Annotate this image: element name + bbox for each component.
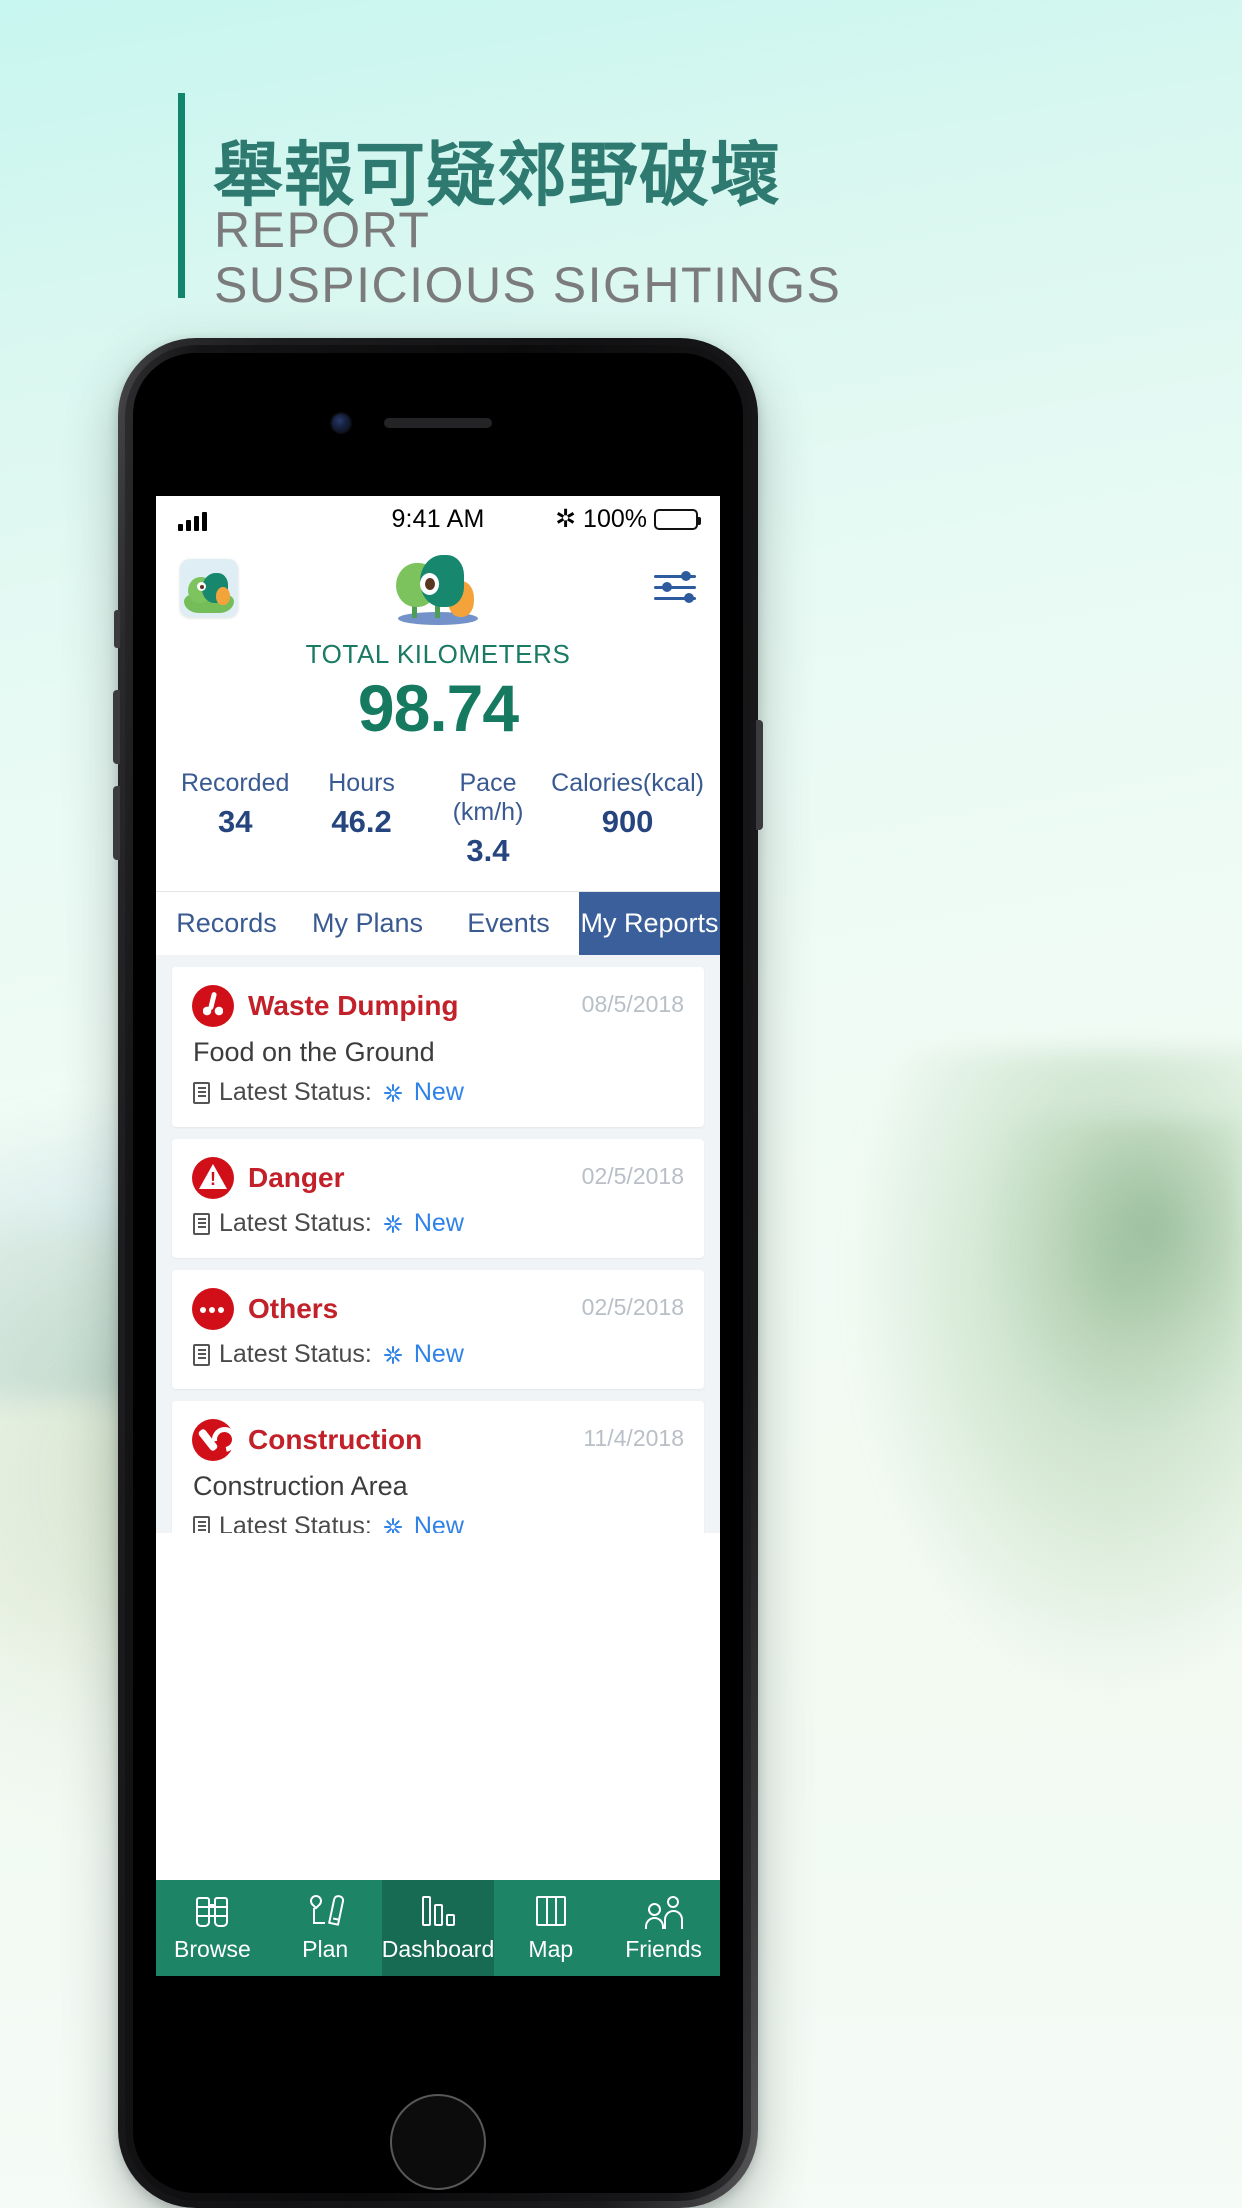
report-type: Waste Dumping xyxy=(248,990,459,1022)
bar-chart-icon xyxy=(418,1893,458,1929)
nav-item-plan[interactable]: Plan xyxy=(269,1880,382,1976)
status-prefix-label: Latest Status: xyxy=(219,1512,372,1534)
tree-mascot-logo xyxy=(392,551,484,625)
stat-value: 3.4 xyxy=(466,833,510,869)
stat-value: 46.2 xyxy=(331,804,392,840)
nav-item-friends[interactable]: Friends xyxy=(607,1880,720,1976)
bottom-navigation: Browse Plan Dashboard Map Friends xyxy=(156,1880,720,1976)
stat-label: Recorded xyxy=(180,769,290,798)
status-badge: New xyxy=(413,1078,464,1107)
nav-item-dashboard[interactable]: Dashboard xyxy=(381,1880,495,1976)
document-icon xyxy=(193,1212,210,1235)
document-icon xyxy=(193,1081,210,1104)
stat-calories: Calories(kcal) 900 xyxy=(551,769,704,869)
nav-item-browse[interactable]: Browse xyxy=(156,1880,269,1976)
report-card[interactable]: Others 02/5/2018 Latest Status: New xyxy=(172,1270,704,1390)
binoculars-icon xyxy=(192,1893,232,1929)
report-status-row: Latest Status: New xyxy=(193,1209,684,1238)
stat-label: Pace (km/h) xyxy=(452,769,524,827)
nav-item-map[interactable]: Map xyxy=(494,1880,607,1976)
phone-power-button[interactable] xyxy=(756,720,763,830)
status-prefix-label: Latest Status: xyxy=(219,1078,372,1107)
report-date: 08/5/2018 xyxy=(581,991,684,1018)
tab-my-reports[interactable]: My Reports xyxy=(579,892,720,956)
headline-accent-rule xyxy=(178,93,185,298)
status-badge: New xyxy=(413,1340,464,1369)
report-card[interactable]: Waste Dumping 08/5/2018 Food on the Grou… xyxy=(172,967,704,1128)
total-kilometers-label: TOTAL KILOMETERS xyxy=(305,639,571,669)
waste-dumping-icon xyxy=(192,985,234,1028)
construction-wrench-icon xyxy=(192,1419,234,1462)
stats-row: Recorded 34 Hours 46.2 Pace (km/h) 3.4 C… xyxy=(156,769,720,891)
report-date: 02/5/2018 xyxy=(581,1163,684,1190)
document-icon xyxy=(193,1515,210,1534)
headline-english-line2: SUSPICIOUS SIGHTINGS xyxy=(214,257,842,313)
tab-my-plans[interactable]: My Plans xyxy=(297,892,438,956)
report-description: Construction Area xyxy=(193,1471,408,1502)
front-camera-icon xyxy=(332,414,350,432)
others-ellipsis-icon xyxy=(192,1288,234,1331)
report-status-row: Latest Status: New xyxy=(193,1078,684,1107)
report-status-row: Latest Status: New xyxy=(193,1512,684,1534)
sparkle-icon xyxy=(382,1082,404,1104)
status-bar-right: ✲ 100% xyxy=(555,505,701,534)
status-prefix-label: Latest Status: xyxy=(219,1209,372,1238)
app-header xyxy=(156,543,720,633)
filter-sliders-icon[interactable] xyxy=(654,571,696,605)
stat-label: Calories(kcal) xyxy=(551,769,704,798)
sparkle-icon xyxy=(382,1213,404,1235)
status-badge: New xyxy=(413,1512,464,1534)
tab-records[interactable]: Records xyxy=(156,892,297,956)
report-status-row: Latest Status: New xyxy=(193,1340,684,1369)
danger-warning-icon xyxy=(192,1157,234,1200)
phone-mockup: 9:41 AM ✲ 100% TOTAL KILOMETERS 98.74 Re… xyxy=(113,338,763,2208)
map-fold-icon xyxy=(531,1893,571,1929)
phone-silence-switch[interactable] xyxy=(114,610,120,648)
report-card[interactable]: Danger 02/5/2018 Latest Status: New xyxy=(172,1139,704,1259)
total-kilometers-value: 98.74 xyxy=(357,671,519,745)
stat-value: 900 xyxy=(601,804,654,840)
nav-label: Plan xyxy=(302,1936,349,1962)
document-icon xyxy=(193,1343,210,1366)
pin-pencil-icon xyxy=(305,1892,346,1929)
content-tabs: Records My Plans Events My Reports xyxy=(156,891,720,956)
nav-label: Dashboard xyxy=(381,1936,495,1962)
earpiece-speaker xyxy=(384,418,492,428)
status-prefix-label: Latest Status: xyxy=(219,1340,372,1369)
nav-label: Friends xyxy=(625,1936,702,1962)
sparkle-icon xyxy=(382,1516,404,1534)
phone-screen: 9:41 AM ✲ 100% TOTAL KILOMETERS 98.74 Re… xyxy=(156,496,720,1976)
status-badge: New xyxy=(413,1209,464,1238)
phone-volume-up-button[interactable] xyxy=(113,690,120,764)
battery-percent-label: 100% xyxy=(583,505,647,533)
phone-volume-down-button[interactable] xyxy=(113,786,120,860)
report-date: 02/5/2018 xyxy=(581,1294,684,1321)
home-button[interactable] xyxy=(390,2094,486,2190)
nav-label: Map xyxy=(528,1936,574,1962)
people-icon xyxy=(644,1893,684,1929)
stat-hours: Hours 46.2 xyxy=(298,769,424,869)
status-bar: 9:41 AM ✲ 100% xyxy=(156,496,720,543)
report-date: 11/4/2018 xyxy=(583,1425,684,1452)
stat-label: Hours xyxy=(328,769,395,798)
nav-label: Browse xyxy=(174,1936,251,1962)
report-description: Food on the Ground xyxy=(193,1037,435,1068)
report-type: Others xyxy=(248,1293,339,1325)
poster-headline: 舉報可疑郊野破壞 REPORT SUSPICIOUS SIGHTINGS xyxy=(178,93,878,313)
report-card[interactable]: Construction 11/4/2018 Construction Area… xyxy=(172,1401,704,1534)
bluetooth-icon: ✲ xyxy=(555,505,577,533)
sparkle-icon xyxy=(382,1344,404,1366)
report-type: Construction xyxy=(248,1424,423,1456)
user-avatar[interactable] xyxy=(180,559,238,617)
report-type: Danger xyxy=(248,1162,345,1194)
background-forest-right-dark xyxy=(942,1120,1242,1540)
report-list[interactable]: Waste Dumping 08/5/2018 Food on the Grou… xyxy=(156,955,720,1534)
stat-value: 34 xyxy=(217,804,253,840)
tab-events[interactable]: Events xyxy=(438,892,579,956)
stat-recorded: Recorded 34 xyxy=(172,769,298,869)
stat-pace: Pace (km/h) 3.4 xyxy=(425,769,551,869)
headline-english-line1: REPORT xyxy=(214,202,431,258)
battery-full-icon xyxy=(654,509,701,530)
